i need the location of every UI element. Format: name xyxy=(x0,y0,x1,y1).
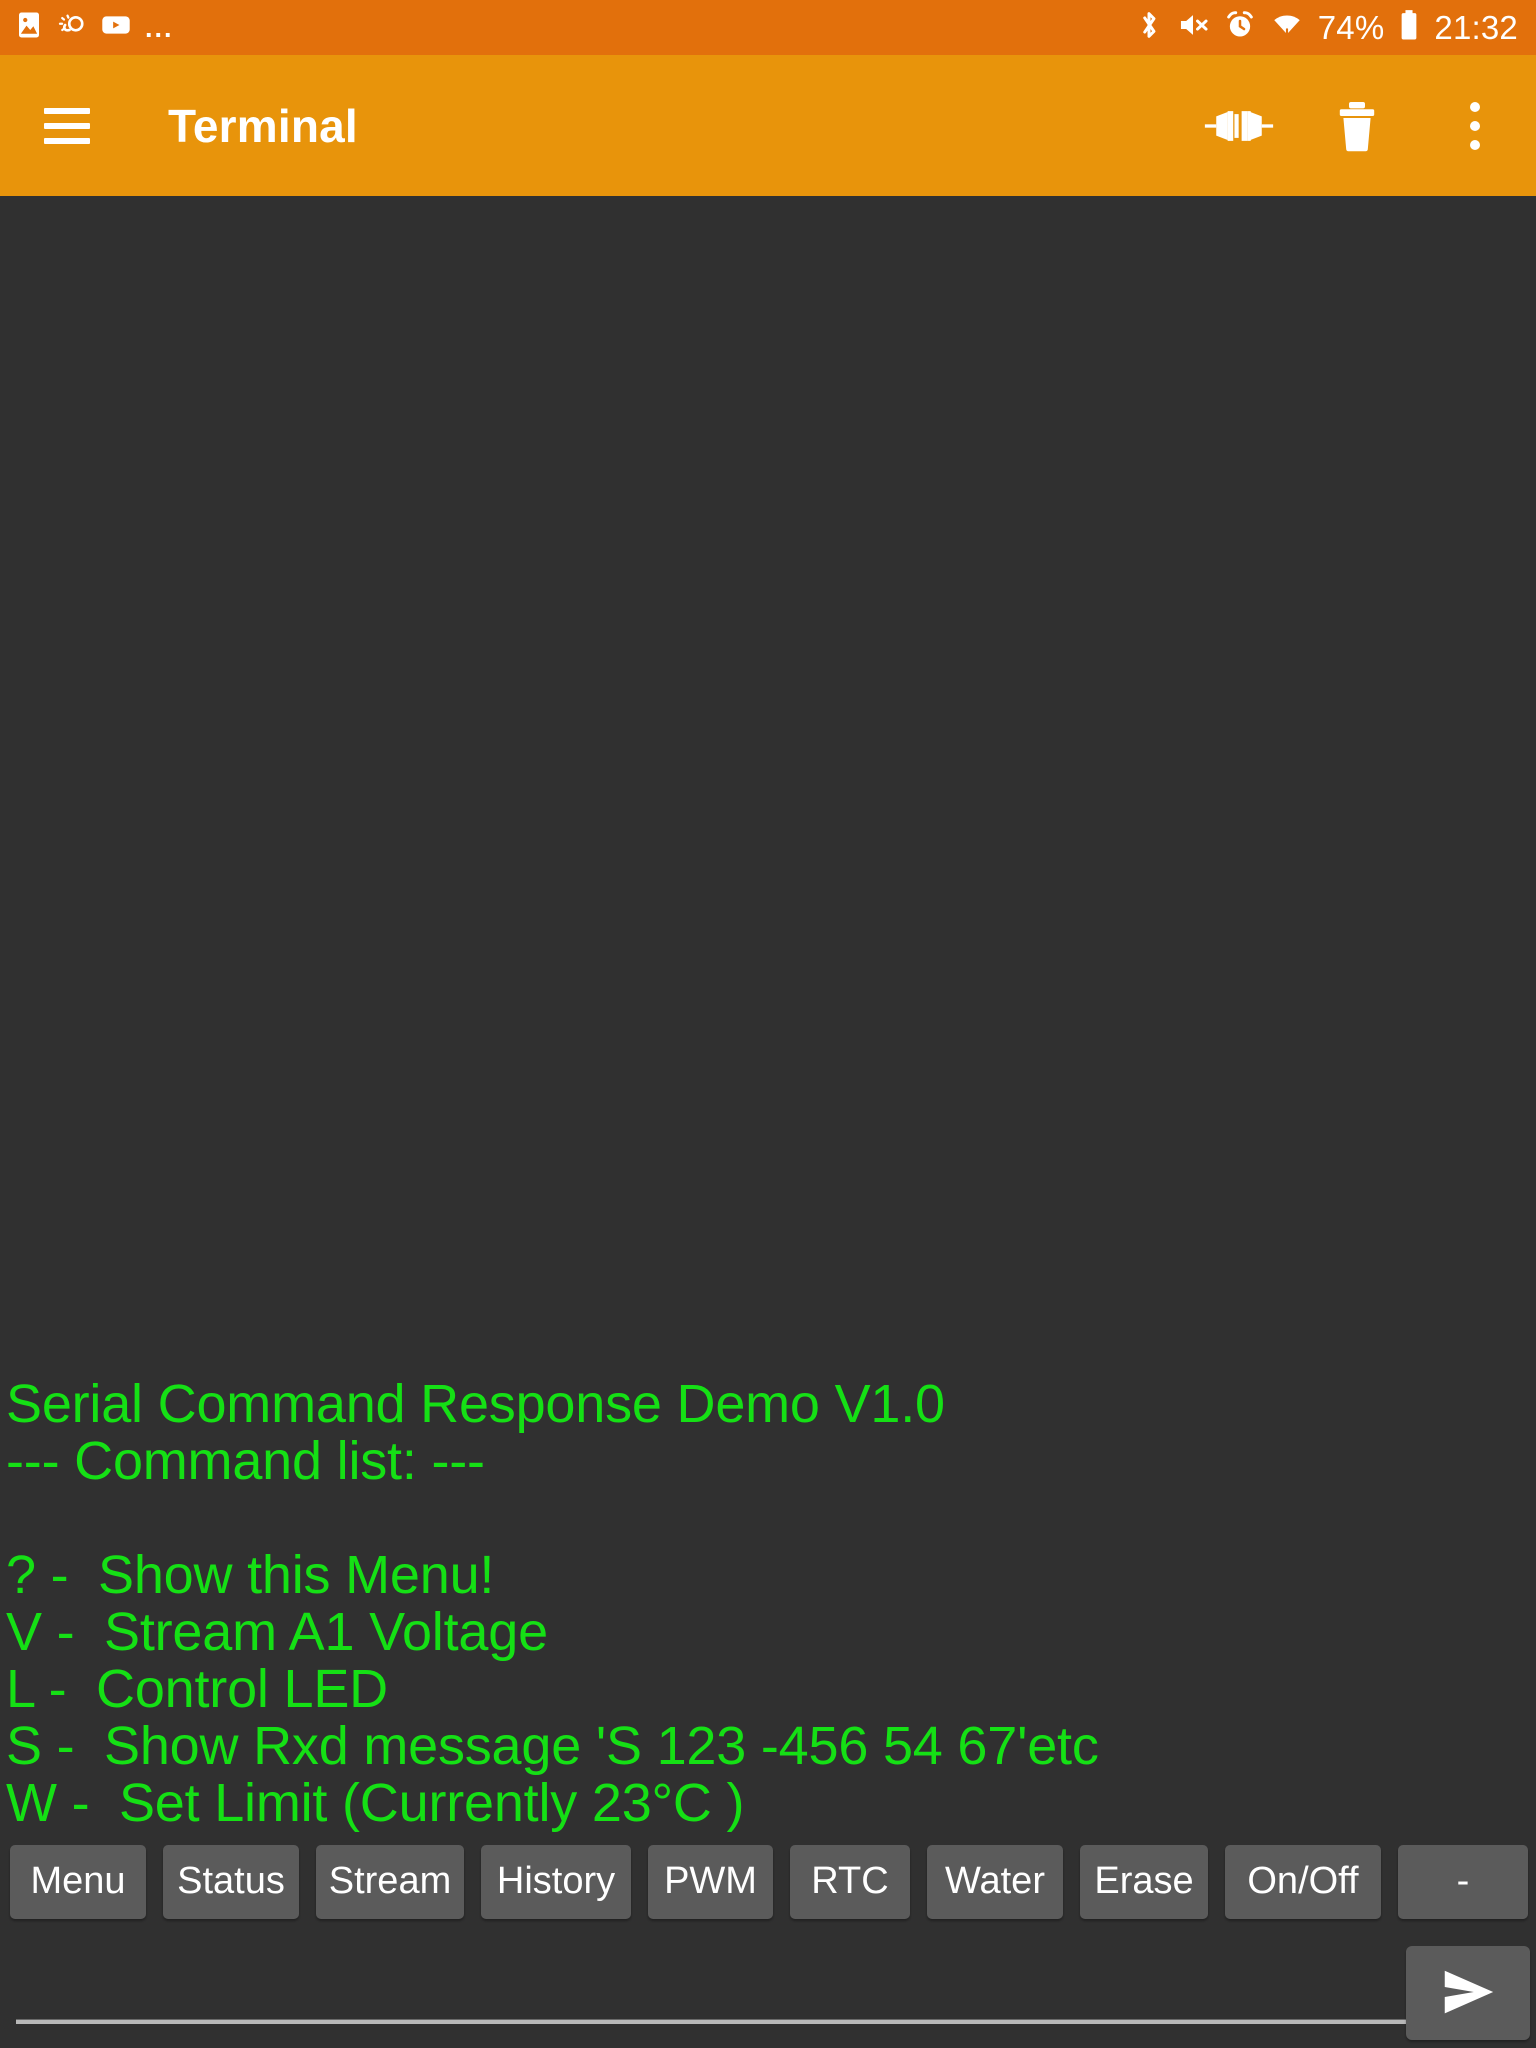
alarm-clock-icon xyxy=(1224,8,1256,47)
command-input-wrapper xyxy=(8,1922,1536,2030)
delete-icon[interactable] xyxy=(1322,91,1392,161)
terminal-line: ? - Show this Menu! xyxy=(6,1545,495,1605)
quick-button-rtc[interactable]: RTC xyxy=(790,1845,910,1919)
wifi-icon xyxy=(1270,8,1304,47)
input-underline xyxy=(16,2019,1440,2024)
send-button[interactable] xyxy=(1406,1946,1530,2040)
page-title: Terminal xyxy=(168,99,358,152)
connect-icon[interactable] xyxy=(1204,91,1274,161)
battery-percent-label: 74% xyxy=(1317,8,1385,46)
clock-label: 21:32 xyxy=(1434,8,1518,46)
notification-overflow-ellipsis: ... xyxy=(145,13,174,43)
terminal-line: W - Set Limit (Currently 23°C ) xyxy=(6,1773,745,1832)
overflow-menu-icon[interactable] xyxy=(1440,91,1510,161)
quick-button-erase[interactable]: Erase xyxy=(1080,1845,1208,1919)
quick-button-status[interactable]: Status xyxy=(163,1845,299,1919)
status-bar-system-icons: 74% 21:32 xyxy=(1136,8,1518,47)
terminal-line: V - Stream A1 Voltage xyxy=(6,1602,548,1662)
quick-button-history[interactable]: History xyxy=(481,1845,631,1919)
terminal-output[interactable]: Serial Command Response Demo V1.0 --- Com… xyxy=(0,196,1536,1832)
quick-button-on-off[interactable]: On/Off xyxy=(1225,1845,1381,1919)
image-icon xyxy=(14,10,44,45)
quick-command-button-row: Menu Status Stream History PWM RTC Water Erase O… xyxy=(0,1832,1536,1928)
quick-button-water[interactable]: Water xyxy=(927,1845,1063,1919)
terminal-line: S - Show Rxd message 'S 123 -456 54 67'e… xyxy=(6,1716,1099,1776)
status-bar: ... 74% 21:32 xyxy=(0,0,1536,55)
status-bar-notifications: ... xyxy=(14,10,174,45)
quick-button-pwm[interactable]: PWM xyxy=(648,1845,773,1919)
command-input-row xyxy=(0,1928,1536,2048)
terminal-line-list: Serial Command Response Demo V1.0 --- Com… xyxy=(6,1376,1530,1832)
command-input[interactable] xyxy=(8,1944,1536,2030)
volume-muted-icon xyxy=(1176,8,1210,47)
app-bar-actions xyxy=(1204,91,1510,161)
terminal-line: --- Command list: --- xyxy=(6,1431,485,1491)
youtube-icon xyxy=(100,10,132,45)
send-icon xyxy=(1437,1966,1499,2021)
battery-icon xyxy=(1398,8,1420,47)
bluetooth-icon xyxy=(1136,8,1162,47)
hamburger-menu-icon[interactable] xyxy=(44,107,90,144)
quick-button-menu[interactable]: Menu xyxy=(10,1845,146,1919)
terminal-app-screen: ... 74% 21:32 Terminal Serial Command Re… xyxy=(0,0,1536,2048)
terminal-line: L - Control LED xyxy=(6,1659,388,1719)
quick-button-stream[interactable]: Stream xyxy=(316,1845,464,1919)
quick-button-[interactable]: - xyxy=(1398,1845,1528,1919)
terminal-line: Serial Command Response Demo V1.0 xyxy=(6,1374,945,1434)
weather-icon xyxy=(57,10,87,45)
app-bar: Terminal xyxy=(0,55,1536,196)
